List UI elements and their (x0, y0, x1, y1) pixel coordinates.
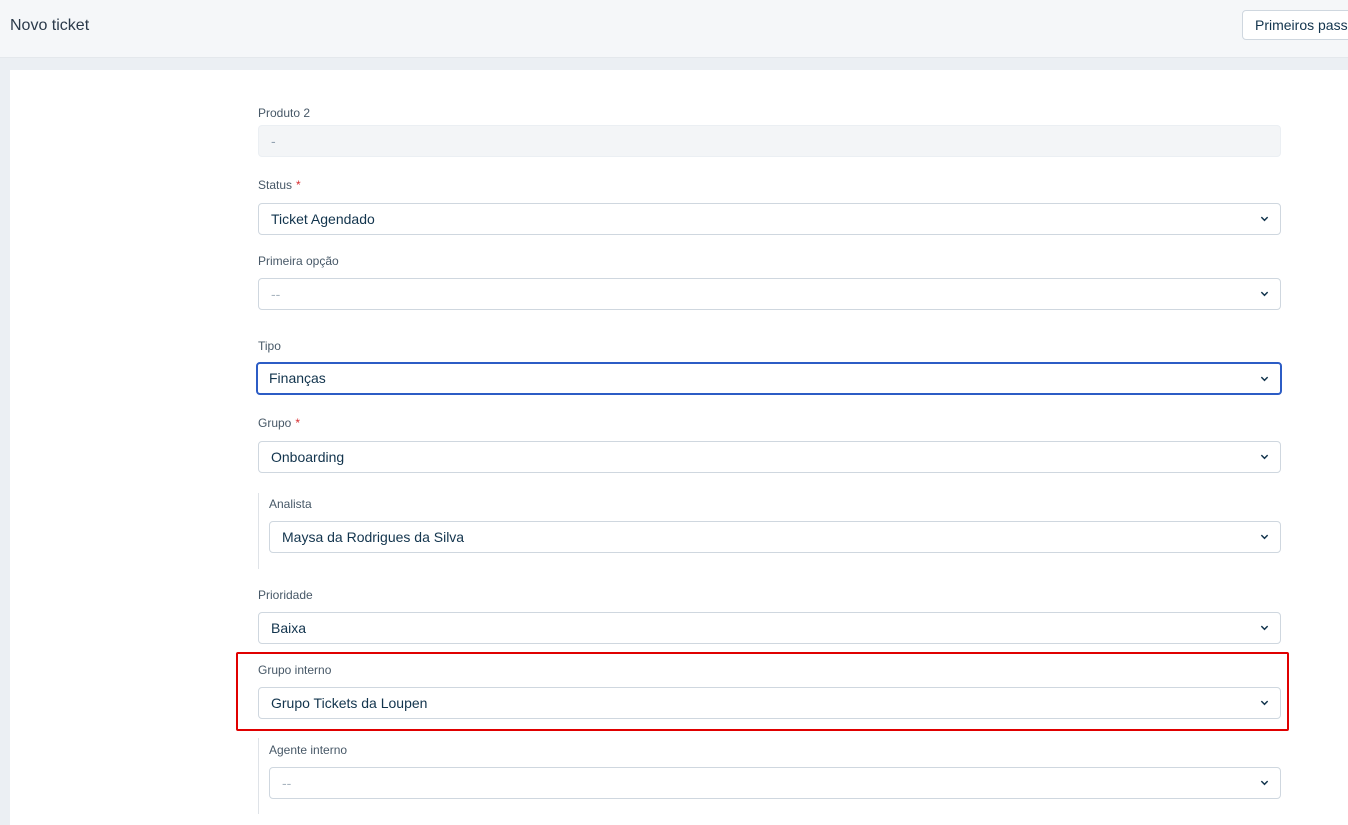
primeira-opcao-select[interactable]: -- (258, 278, 1281, 310)
analista-value: Maysa da Rodrigues da Silva (282, 529, 465, 545)
analista-select[interactable]: Maysa da Rodrigues da Silva (269, 521, 1281, 553)
chevron-down-icon (1260, 216, 1269, 222)
nested-field-indicator (258, 493, 259, 569)
status-label: Status * (258, 178, 301, 192)
produto2-label: Produto 2 (258, 106, 311, 120)
status-value: Ticket Agendado (271, 211, 375, 227)
chevron-down-icon (1260, 780, 1269, 786)
produto2-value: - (271, 133, 276, 149)
grupo-value: Onboarding (271, 449, 345, 465)
nested-field-indicator (258, 738, 259, 814)
primeira-opcao-value: -- (271, 286, 281, 302)
page-title: Novo ticket (10, 17, 90, 34)
analista-label: Analista (269, 497, 312, 511)
chevron-down-icon (1260, 376, 1269, 381)
chevron-down-icon (1260, 534, 1269, 540)
agente-interno-value: -- (282, 775, 292, 791)
prioridade-value: Baixa (271, 620, 307, 636)
tipo-select[interactable]: Finanças (256, 362, 1282, 395)
status-select[interactable]: Ticket Agendado (258, 203, 1281, 235)
primeira-opcao-label: Primeira opção (258, 254, 339, 268)
produto2-field: - (258, 125, 1281, 157)
tipo-value: Finanças (269, 370, 326, 386)
chevron-down-icon (1260, 291, 1269, 297)
prioridade-select[interactable]: Baixa (258, 612, 1281, 644)
getting-started-button[interactable]: Primeiros passos (1242, 10, 1348, 40)
top-bar: Novo ticket Primeiros passos (0, 0, 1348, 58)
highlight-box (236, 652, 1289, 731)
required-mark: * (296, 178, 301, 192)
required-mark: * (295, 416, 301, 430)
grupo-select[interactable]: Onboarding (258, 441, 1281, 473)
grupo-label: Grupo * (258, 416, 301, 430)
agente-interno-select[interactable]: -- (269, 767, 1281, 799)
chevron-down-icon (1260, 625, 1269, 631)
chevron-down-icon (1260, 454, 1269, 460)
prioridade-label: Prioridade (258, 588, 313, 602)
agente-interno-label: Agente interno (269, 743, 348, 757)
tipo-label: Tipo (258, 339, 281, 353)
